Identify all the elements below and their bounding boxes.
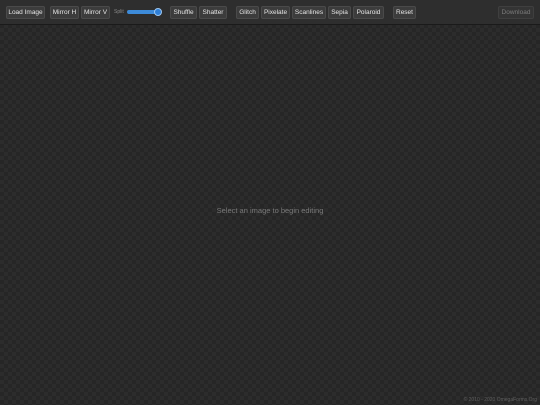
split-slider-handle[interactable] [154,8,162,16]
split-slider[interactable] [127,8,162,16]
mirror-h-button[interactable]: Mirror H [50,6,79,19]
toolbar: Load Image Mirror H Mirror V Split Shuff… [0,0,540,25]
empty-canvas-message: Select an image to begin editing [216,206,324,215]
reset-button[interactable]: Reset [393,6,416,19]
polaroid-button[interactable]: Polaroid [353,6,384,19]
glitch-button[interactable]: Glitch [236,6,259,19]
pixelate-button[interactable]: Pixelate [261,6,290,19]
mirror-v-button[interactable]: Mirror V [81,6,110,19]
footer-copyright: © 2010 - 2020 OmegaForms.Org [463,397,537,403]
shuffle-button[interactable]: Shuffle [170,6,197,19]
scanlines-button[interactable]: Scanlines [292,6,326,19]
shatter-button[interactable]: Shatter [199,6,227,19]
sepia-button[interactable]: Sepia [328,6,351,19]
download-button[interactable]: Download [498,6,534,19]
load-image-button[interactable]: Load Image [6,6,45,19]
split-label: Split [114,9,124,15]
